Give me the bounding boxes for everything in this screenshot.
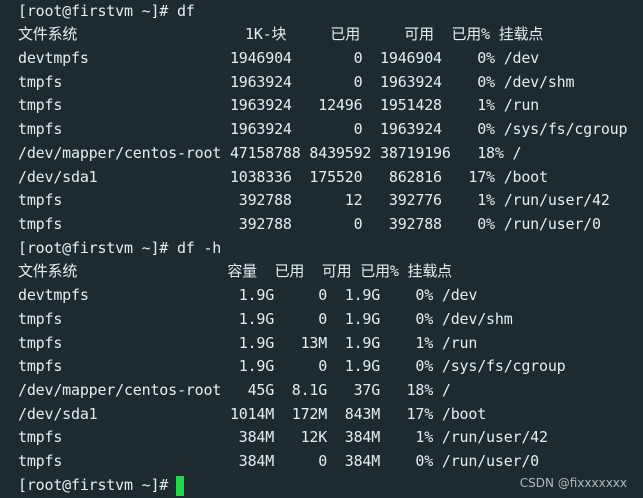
df-h-header-row: 文件系统 容量 已用 可用 已用% 挂载点 bbox=[18, 262, 452, 280]
df-h-row: devtmpfs 1.9G 0 1.9G 0% /dev bbox=[18, 286, 478, 304]
df-row: tmpfs 1963924 12496 1951428 1% /run bbox=[18, 96, 540, 114]
df-h-row: tmpfs 1.9G 0 1.9G 0% /sys/fs/cgroup bbox=[18, 357, 566, 375]
df-row: tmpfs 1963924 0 1963924 0% /dev/shm bbox=[18, 73, 575, 91]
df-h-row: /dev/mapper/centos-root 45G 8.1G 37G 18%… bbox=[18, 381, 451, 399]
df-h-row: tmpfs 1.9G 0 1.9G 0% /dev/shm bbox=[18, 310, 513, 328]
df-h-row: tmpfs 384M 12K 384M 1% /run/user/42 bbox=[18, 428, 548, 446]
df-h-row: tmpfs 1.9G 13M 1.9G 1% /run bbox=[18, 334, 478, 352]
df-row: tmpfs 1963924 0 1963924 0% /sys/fs/cgrou… bbox=[18, 120, 628, 138]
active-prompt-line[interactable]: [root@firstvm ~]# bbox=[18, 474, 177, 496]
watermark: CSDN @fixxxxxxx bbox=[519, 476, 627, 490]
df-header-row: 文件系统 1K-块 已用 可用 已用% 挂载点 bbox=[18, 25, 544, 43]
df-row: devtmpfs 1946904 0 1946904 0% /dev bbox=[18, 49, 540, 67]
df-row: /dev/mapper/centos-root 47158788 8439592… bbox=[18, 144, 522, 162]
df-h-row: tmpfs 384M 0 384M 0% /run/user/0 bbox=[18, 452, 540, 470]
prompt-line: [root@firstvm ~]# df -h bbox=[18, 239, 222, 257]
text-cursor bbox=[176, 476, 184, 496]
df-row: /dev/sda1 1038336 175520 862816 17% /boo… bbox=[18, 168, 548, 186]
terminal-window[interactable]: [root@firstvm ~]# df 文件系统 1K-块 已用 可用 已用%… bbox=[0, 0, 643, 498]
prompt-line: [root@firstvm ~]# df bbox=[18, 2, 195, 20]
df-row: tmpfs 392788 12 392776 1% /run/user/42 bbox=[18, 191, 610, 209]
df-h-row: /dev/sda1 1014M 172M 843M 17% /boot bbox=[18, 405, 487, 423]
df-row: tmpfs 392788 0 392788 0% /run/user/0 bbox=[18, 215, 601, 233]
